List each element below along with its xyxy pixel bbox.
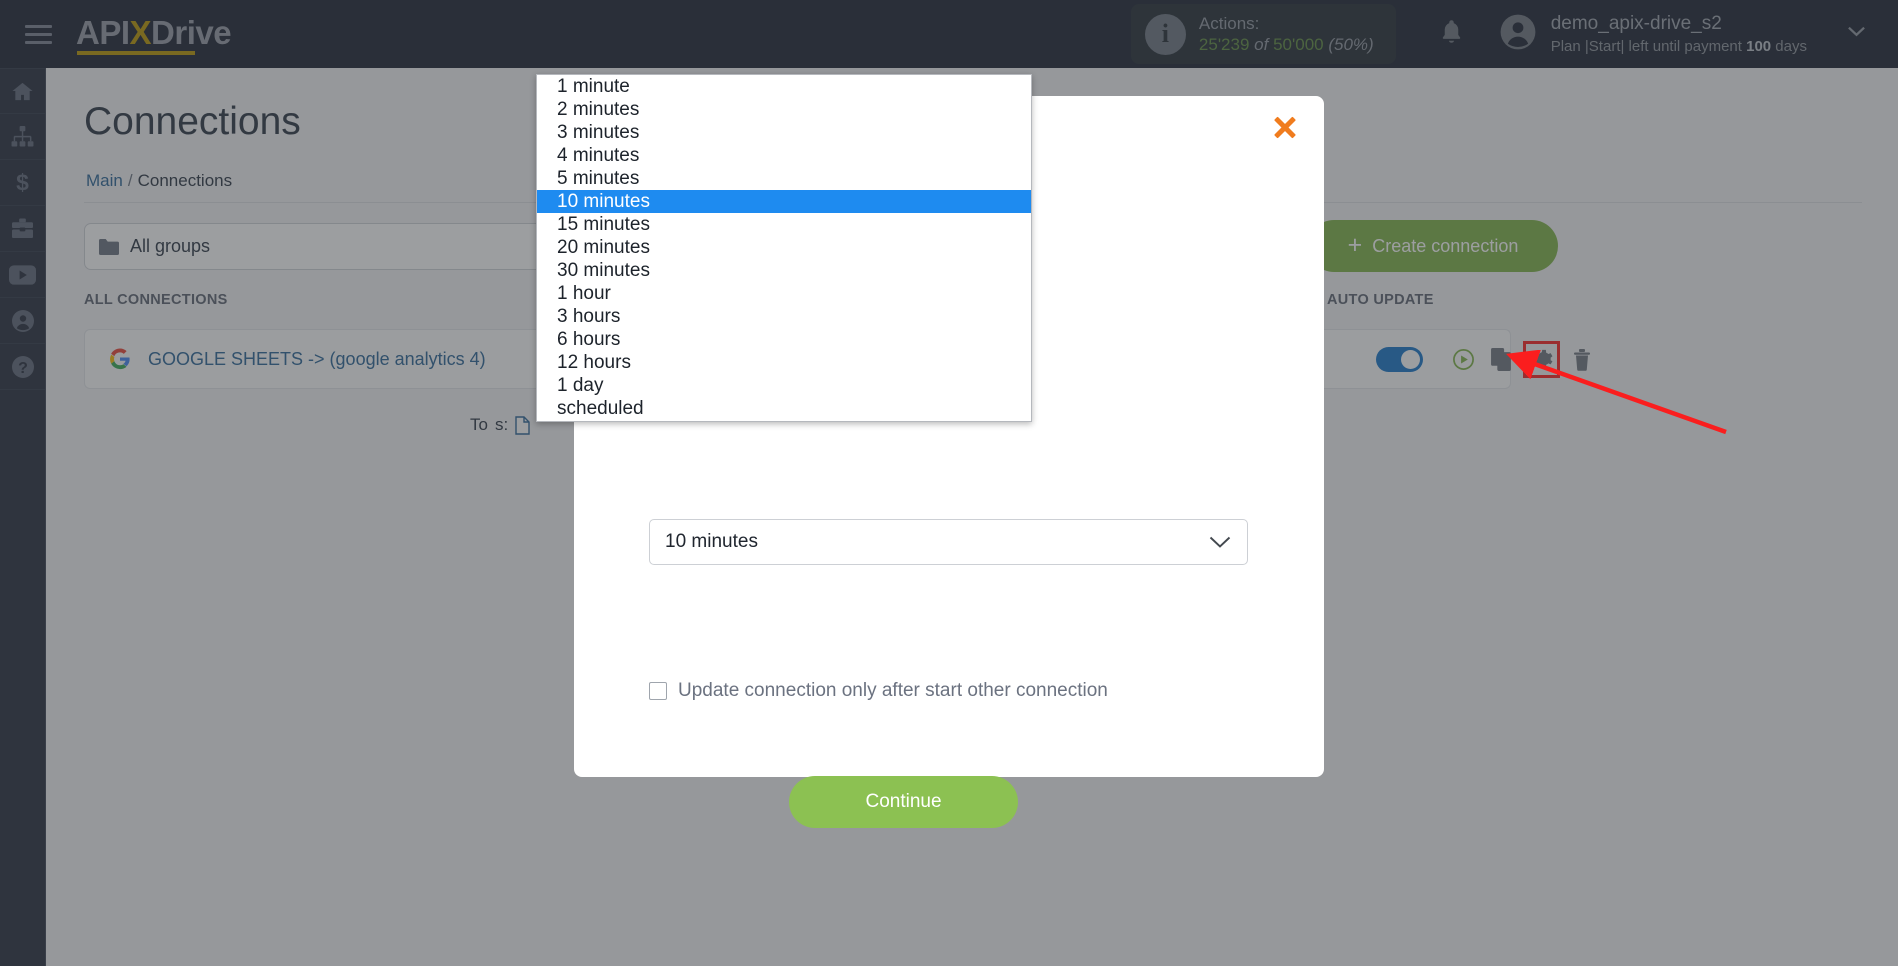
dropdown-option[interactable]: 30 minutes [537, 259, 1031, 282]
dropdown-option[interactable]: 20 minutes [537, 236, 1031, 259]
update-interval-value: 10 minutes [665, 531, 758, 552]
dropdown-option[interactable]: 1 minute [537, 75, 1031, 98]
dropdown-option[interactable]: 4 minutes [537, 144, 1031, 167]
dropdown-option[interactable]: 6 hours [537, 328, 1031, 351]
dropdown-option[interactable]: scheduled [537, 397, 1031, 420]
dropdown-option[interactable]: 3 minutes [537, 121, 1031, 144]
dropdown-option[interactable]: 15 minutes [537, 213, 1031, 236]
close-icon[interactable] [1272, 114, 1298, 140]
dropdown-option[interactable]: 10 minutes [537, 190, 1031, 213]
dropdown-option[interactable]: 12 hours [537, 351, 1031, 374]
dropdown-option[interactable]: 5 minutes [537, 167, 1031, 190]
chevron-down-icon [1209, 536, 1231, 548]
continue-label: Continue [865, 791, 942, 812]
dropdown-option[interactable]: 3 hours [537, 305, 1031, 328]
update-after-other-label[interactable]: Update connection only after start other… [678, 680, 1108, 702]
update-interval-select[interactable]: 10 minutes [649, 519, 1248, 565]
update-after-other-checkbox[interactable] [649, 682, 667, 700]
continue-button[interactable]: Continue [789, 776, 1018, 828]
update-interval-dropdown[interactable]: 1 minute 2 minutes 3 minutes 4 minutes 5 min… [536, 74, 1032, 422]
update-after-other-checkbox-row: Update connection only after start other… [649, 680, 1108, 702]
dropdown-option[interactable]: 2 minutes [537, 98, 1031, 121]
dropdown-option[interactable]: 1 day [537, 374, 1031, 397]
dropdown-option[interactable]: 1 hour [537, 282, 1031, 305]
app-root: APIXDrive i Actions: 25'239 of 50'000 (5… [0, 0, 1898, 966]
